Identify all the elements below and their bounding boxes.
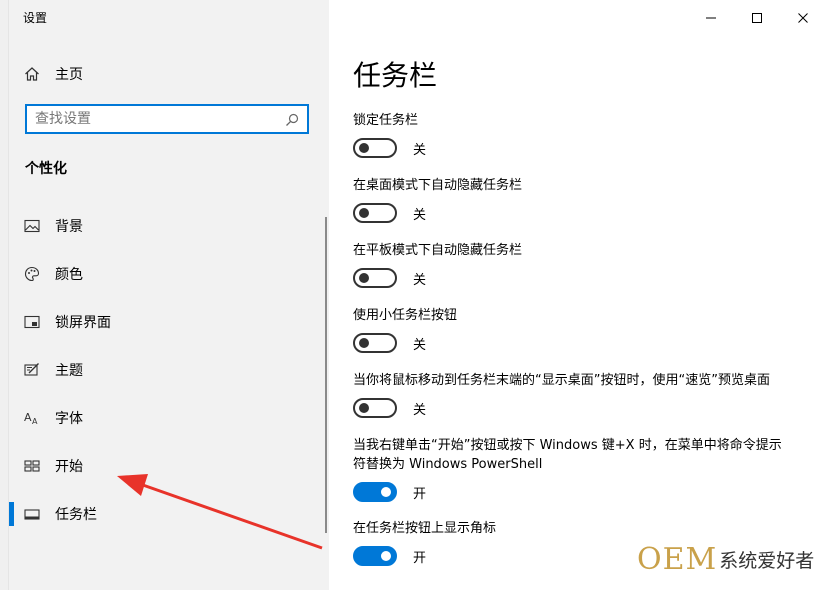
watermark-text: 系统爱好者	[719, 549, 815, 572]
watermark: OEM 系统爱好者	[637, 541, 815, 577]
annotation-arrow	[117, 474, 323, 550]
watermark-logo: OEM	[637, 541, 718, 577]
